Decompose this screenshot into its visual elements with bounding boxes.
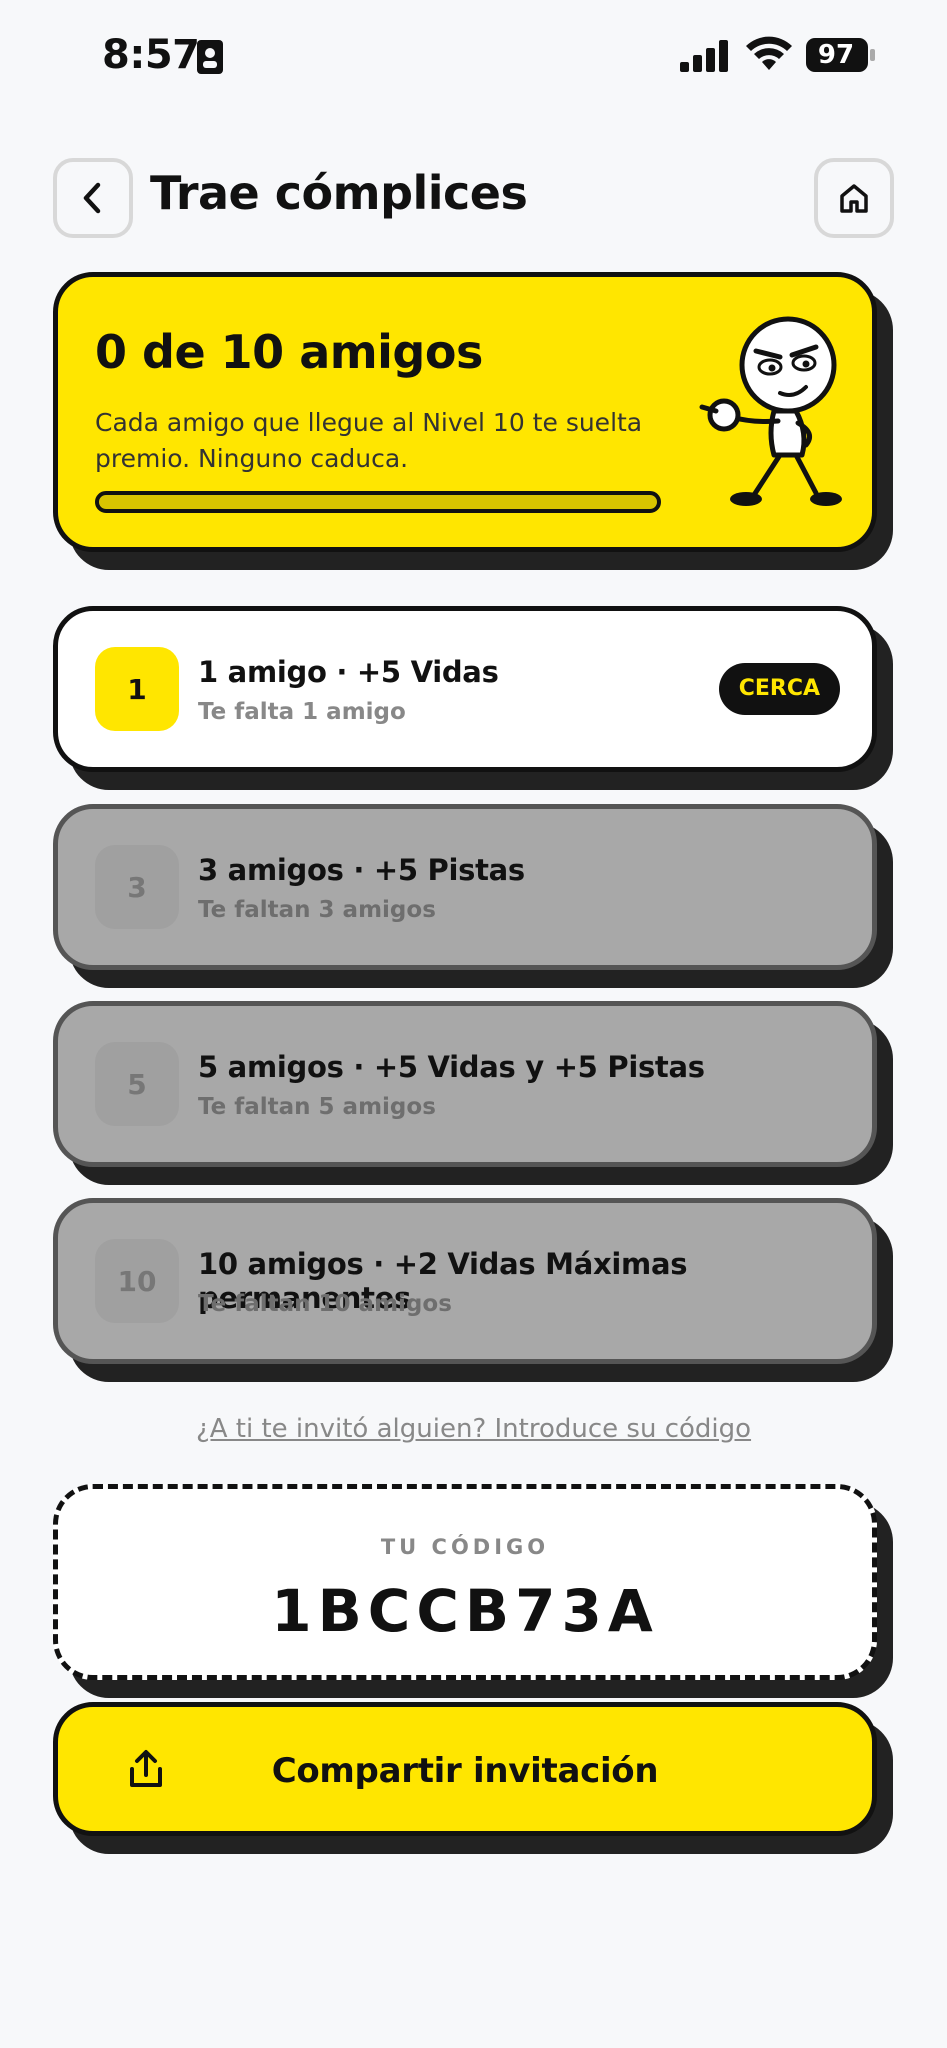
wifi-icon [746, 36, 792, 70]
milestone-title: 1 amigo · +5 Vidas [198, 655, 499, 689]
progress-bar [95, 491, 661, 513]
milestone-row[interactable]: 3 3 amigos · +5 Pistas Te faltan 3 amigo… [53, 804, 877, 970]
code-label: TU CÓDIGO [380, 1535, 550, 1559]
signal-icon [680, 40, 728, 72]
chevron-left-icon [83, 182, 101, 214]
milestone-subtitle: Te faltan 3 amigos [198, 897, 436, 923]
milestone-subtitle: Te faltan 5 amigos [198, 1094, 436, 1120]
progress-description: Cada amigo que llegue al Nivel 10 te sue… [95, 408, 643, 473]
share-button-label: Compartir invitación [271, 1751, 659, 1791]
milestone-row[interactable]: 1 1 amigo · +5 Vidas Te falta 1 amigo CE… [53, 606, 877, 772]
enter-invite-code-link[interactable]: ¿A ti te invitó alguien? Introduce su có… [0, 1414, 947, 1444]
home-icon [840, 184, 868, 213]
back-button[interactable] [53, 158, 133, 238]
milestone-number: 5 [95, 1042, 179, 1126]
status-time: 8:57 [102, 32, 200, 78]
progress-title: 0 de 10 amigos [95, 325, 483, 379]
milestone-title: 5 amigos · +5 Vidas y +5 Pistas [198, 1050, 705, 1084]
milestone-title: 3 amigos · +5 Pistas [198, 853, 525, 887]
referral-code-card[interactable]: TU CÓDIGO 1BCCB73A [53, 1484, 877, 1680]
progress-card: 0 de 10 amigos Cada amigo que llegue al … [53, 272, 877, 552]
battery-level: 97 [817, 40, 855, 70]
mascot-pointing-illustration [699, 316, 842, 506]
milestone-subtitle: Te falta 1 amigo [198, 699, 406, 725]
share-invitation-button[interactable]: Compartir invitación [53, 1702, 877, 1836]
milestone-number: 3 [95, 845, 179, 929]
home-button[interactable] [814, 158, 894, 238]
milestone-row[interactable]: 10 10 amigos · +2 Vidas Máximas permanen… [53, 1198, 877, 1364]
milestone-subtitle: Te faltan 10 amigos [198, 1291, 452, 1317]
page-title: Trae cómplices [150, 166, 528, 220]
milestone-number: 1 [95, 647, 179, 731]
milestone-number: 10 [95, 1239, 179, 1323]
milestone-row[interactable]: 5 5 amigos · +5 Vidas y +5 Pistas Te fal… [53, 1001, 877, 1167]
referral-code[interactable]: 1BCCB73A [58, 1577, 872, 1645]
id-card-icon [197, 40, 223, 74]
cerca-badge: CERCA [718, 663, 840, 715]
status-bar: 8:57 97 [0, 0, 947, 110]
